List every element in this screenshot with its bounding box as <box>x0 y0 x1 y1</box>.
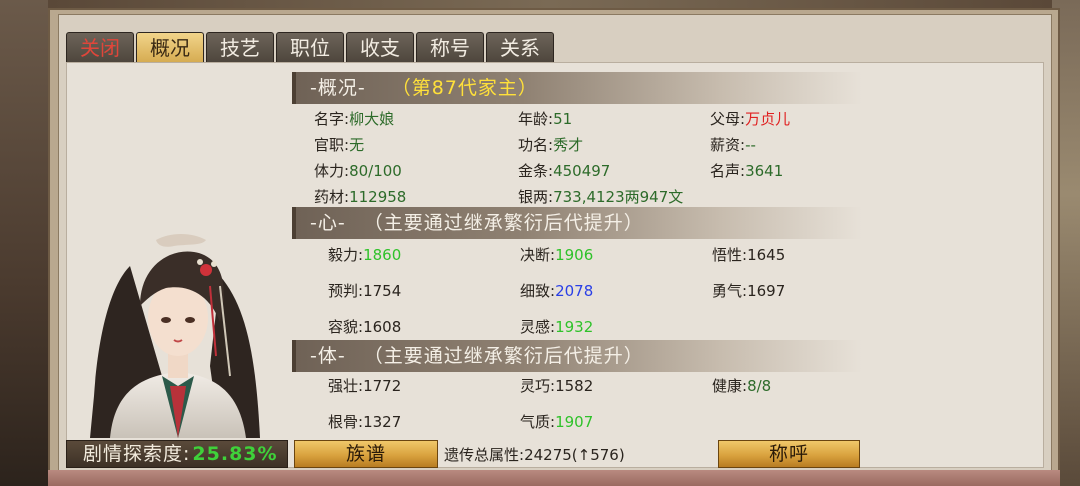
stat-name: 名字:柳大娘 <box>314 110 395 128</box>
stat-parents: 父母:万贞儿 <box>710 110 791 128</box>
section-heart-header: -心- （主要通过继承繁衍后代提升） <box>292 207 862 239</box>
stat-decisiveness: 决断:1906 <box>520 246 594 264</box>
tab-overview[interactable]: 概况 <box>136 32 204 62</box>
section-overview-header: -概况- （第87代家主） <box>292 72 862 104</box>
heart-note: （主要通过继承繁衍后代提升） <box>363 212 644 234</box>
story-exploration: 剧情探索度: 25.83% <box>66 440 288 468</box>
genetic-label: 遗传总属性: <box>444 446 525 464</box>
stat-health: 健康:8/8 <box>712 377 772 395</box>
bottom-strip <box>48 470 1060 486</box>
tab-titles[interactable]: 称号 <box>416 32 484 62</box>
genetic-total: 遗传总属性:24275(↑576) <box>444 444 625 465</box>
explore-label: 剧情探索度: <box>83 443 191 465</box>
stat-fame: 名声:3641 <box>710 162 784 180</box>
tab-finance[interactable]: 收支 <box>346 32 414 62</box>
stat-courage: 勇气:1697 <box>712 282 786 300</box>
stat-stamina: 体力:80/100 <box>314 162 402 180</box>
stat-appearance: 容貌:1608 <box>328 318 402 336</box>
stat-agility: 灵巧:1582 <box>520 377 594 395</box>
tab-bar: 关闭 概况 技艺 职位 收支 称号 关系 <box>66 32 556 62</box>
genetic-delta: (↑576) <box>571 446 625 464</box>
overview-title: -概况- <box>310 77 366 99</box>
section-body-header: -体- （主要通过继承繁衍后代提升） <box>292 340 862 372</box>
stat-office: 官职:无 <box>314 136 365 154</box>
stat-foresight: 预判:1754 <box>328 282 402 300</box>
generation-label: （第87代家主） <box>391 77 538 99</box>
tab-skills[interactable]: 技艺 <box>206 32 274 62</box>
tab-position[interactable]: 职位 <box>276 32 344 62</box>
body-note: （主要通过继承繁衍后代提升） <box>363 345 644 367</box>
heart-title: -心- <box>310 212 346 234</box>
genetic-value: 24275 <box>524 446 572 464</box>
stat-inspiration: 灵感:1932 <box>520 318 594 336</box>
stat-herbs: 药材:112958 <box>314 188 407 206</box>
stat-strength: 强壮:1772 <box>328 377 402 395</box>
character-portrait <box>70 226 288 438</box>
address-title-button[interactable]: 称呼 <box>718 440 860 468</box>
stat-salary: 薪资:-- <box>710 136 756 154</box>
body-title: -体- <box>310 345 346 367</box>
stat-gold: 金条:450497 <box>518 162 611 180</box>
stat-meticulous: 细致:2078 <box>520 282 594 300</box>
stat-perseverance: 毅力:1860 <box>328 246 402 264</box>
tab-relations[interactable]: 关系 <box>486 32 554 62</box>
stat-rank: 功名:秀才 <box>518 136 584 154</box>
stat-constitution: 根骨:1327 <box>328 413 402 431</box>
tab-close[interactable]: 关闭 <box>66 32 134 62</box>
stat-silver: 银两:733,4123两947文 <box>518 188 684 206</box>
stat-age: 年龄:51 <box>518 110 573 128</box>
clan-tree-button[interactable]: 族谱 <box>294 440 438 468</box>
explore-percent: 25.83% <box>192 443 278 465</box>
background-left <box>0 0 48 486</box>
stat-comprehension: 悟性:1645 <box>712 246 786 264</box>
stat-temperament: 气质:1907 <box>520 413 594 431</box>
